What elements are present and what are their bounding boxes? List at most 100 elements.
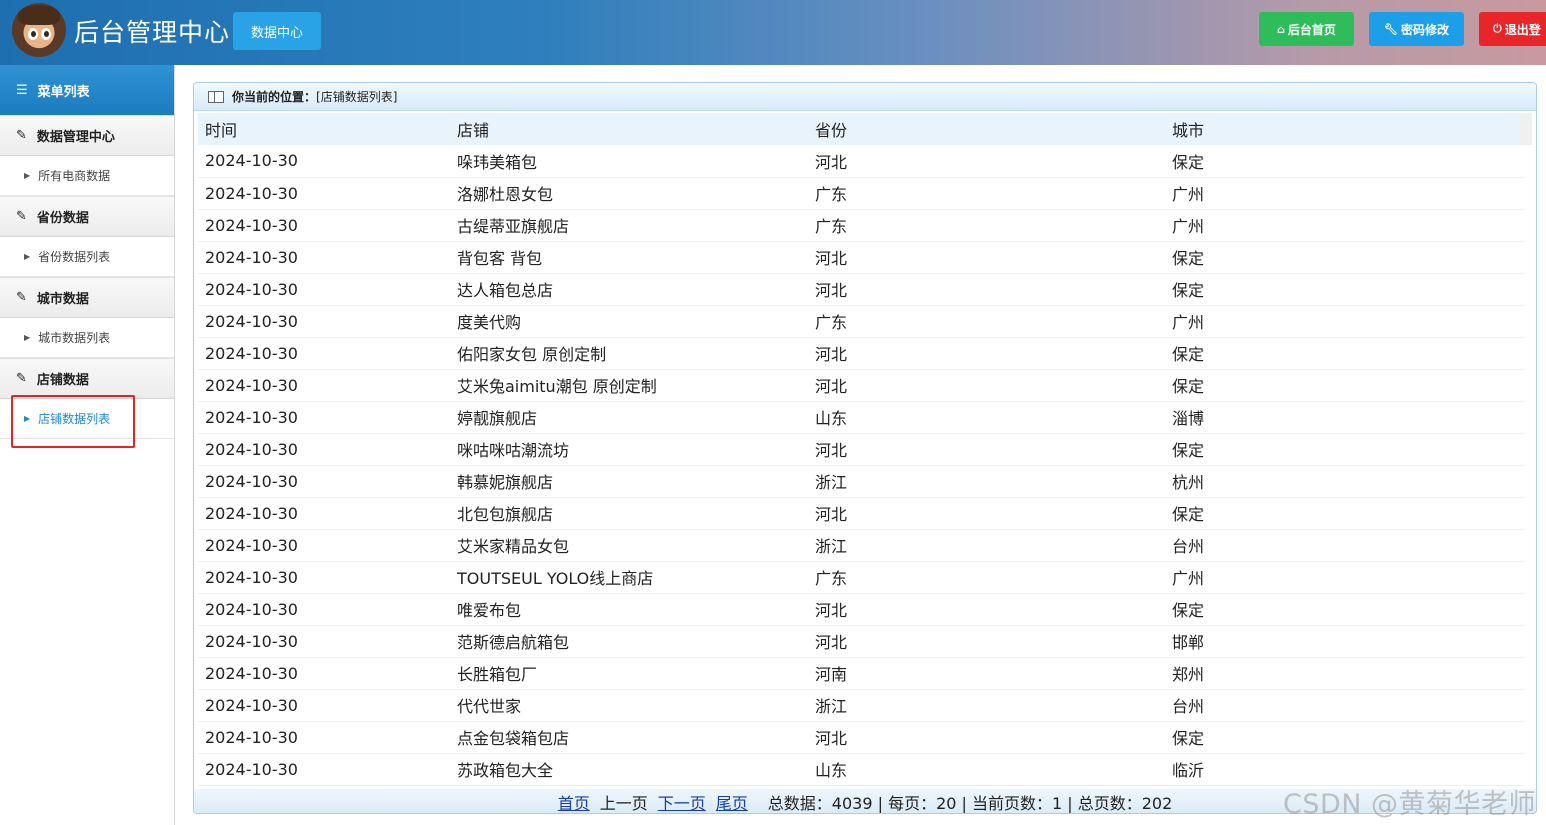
table-row: 2024-10-30 哚玮美箱包 河北 保定 <box>198 145 1524 178</box>
scrollbar[interactable] <box>1520 113 1532 145</box>
table-row: 2024-10-30 咪咕咪咕潮流坊 河北 保定 <box>198 433 1524 466</box>
breadcrumb-label: 你当前的位置： <box>232 90 317 104</box>
prev-page-link[interactable]: 上一页 <box>600 790 648 813</box>
column-header-province: 省份 <box>808 113 1165 145</box>
cell-city: 保定 <box>1165 337 1524 370</box>
cell-time: 2024-10-30 <box>198 273 450 306</box>
pagination-stats: 总数据：4039 | 每页：20 | 当前页数：1 | 总页数：202 <box>767 794 1173 813</box>
cell-shop: 哚玮美箱包 <box>450 145 808 178</box>
cell-province: 广东 <box>808 561 1165 594</box>
menu-list-header: ☰ 菜单列表 <box>0 65 174 115</box>
change-password-label: 密码修改 <box>1400 22 1449 37</box>
avatar <box>12 3 66 57</box>
cell-city: 广州 <box>1165 305 1524 338</box>
sidebar-item-city-list[interactable]: ▶ 城市数据列表 <box>0 318 174 358</box>
cell-shop: 度美代购 <box>450 305 808 338</box>
cell-shop: 达人箱包总店 <box>450 273 808 306</box>
edit-icon: ✎ <box>16 290 27 305</box>
next-page-link[interactable]: 下一页 <box>658 790 706 813</box>
logout-button[interactable]: ⏻ 退出登 <box>1479 12 1546 46</box>
cell-time: 2024-10-30 <box>198 177 450 210</box>
cell-city: 台州 <box>1165 529 1524 562</box>
table-row: 2024-10-30 韩慕妮旗舰店 浙江 杭州 <box>198 465 1524 498</box>
sidebar-group-label: 城市数据 <box>36 292 89 307</box>
cell-province: 河北 <box>808 497 1165 530</box>
first-page-link[interactable]: 首页 <box>558 790 590 813</box>
table-row: 2024-10-30 苏政箱包大全 山东 临沂 <box>198 753 1524 786</box>
cell-city: 保定 <box>1165 593 1524 626</box>
table-row: 2024-10-30 点金包袋箱包店 河北 保定 <box>198 721 1524 754</box>
sidebar-group-data-management[interactable]: ✎ 数据管理中心 <box>0 115 174 156</box>
cell-shop: 背包客 背包 <box>450 241 808 274</box>
cell-shop: 韩慕妮旗舰店 <box>450 465 808 498</box>
cell-time: 2024-10-30 <box>198 657 450 690</box>
cell-province: 河北 <box>808 337 1165 370</box>
cell-shop: 唯爱布包 <box>450 593 808 626</box>
cell-time: 2024-10-30 <box>198 529 450 562</box>
breadcrumb-value: [店铺数据列表] <box>316 90 398 104</box>
cell-city: 保定 <box>1165 145 1524 178</box>
table-row: 2024-10-30 艾米家精品女包 浙江 台州 <box>198 529 1524 562</box>
sidebar-group-shop[interactable]: ✎ 店铺数据 <box>0 358 174 399</box>
menu-list-title: 菜单列表 <box>37 84 90 100</box>
caret-right-icon: ▶ <box>24 252 31 261</box>
cell-shop: 艾米兔aimitu潮包 原创定制 <box>450 369 808 402</box>
sidebar-item-province-list[interactable]: ▶ 省份数据列表 <box>0 237 174 277</box>
cell-shop: 点金包袋箱包店 <box>450 721 808 754</box>
cell-time: 2024-10-30 <box>198 145 450 178</box>
cell-province: 河北 <box>808 241 1165 274</box>
admin-home-button[interactable]: ⌂ 后台首页 <box>1259 12 1354 46</box>
cell-time: 2024-10-30 <box>198 401 450 434</box>
sidebar-group-label: 店铺数据 <box>36 373 89 388</box>
cell-city: 保定 <box>1165 369 1524 402</box>
cell-shop: 范斯德启航箱包 <box>450 625 808 658</box>
cell-province: 河北 <box>808 145 1165 178</box>
sidebar-item-label: 所有电商数据 <box>38 169 111 183</box>
cell-province: 山东 <box>808 753 1165 786</box>
table-row: 2024-10-30 度美代购 广东 广州 <box>198 305 1524 338</box>
cell-city: 邯郸 <box>1165 625 1524 658</box>
power-icon: ⏻ <box>1493 22 1502 35</box>
cell-city: 广州 <box>1165 209 1524 242</box>
cell-province: 河北 <box>808 721 1165 754</box>
cell-time: 2024-10-30 <box>198 721 450 754</box>
cell-shop: 咪咕咪咕潮流坊 <box>450 433 808 466</box>
cell-shop: 代代世家 <box>450 689 808 722</box>
sidebar-item-all-ecommerce[interactable]: ▶ 所有电商数据 <box>0 156 174 196</box>
cell-city: 广州 <box>1165 561 1524 594</box>
cell-city: 保定 <box>1165 273 1524 306</box>
column-header-city: 城市 <box>1165 113 1524 145</box>
sidebar-group-city[interactable]: ✎ 城市数据 <box>0 277 174 318</box>
change-password-button[interactable]: 🔧︎ 密码修改 <box>1369 12 1464 46</box>
cell-city: 广州 <box>1165 177 1524 210</box>
cell-city: 台州 <box>1165 689 1524 722</box>
table-row: 2024-10-30 背包客 背包 河北 保定 <box>198 241 1524 274</box>
cell-shop: 北包包旗舰店 <box>450 497 808 530</box>
sidebar-group-label: 数据管理中心 <box>36 130 115 145</box>
table-row: 2024-10-30 佑阳家女包 原创定制 河北 保定 <box>198 337 1524 370</box>
column-header-time: 时间 <box>198 113 450 145</box>
cell-province: 浙江 <box>808 689 1165 722</box>
table-row: 2024-10-30 TOUTSEUL YOLO线上商店 广东 广州 <box>198 561 1524 594</box>
cell-shop: 古缇蒂亚旗舰店 <box>450 209 808 242</box>
cell-province: 河北 <box>808 593 1165 626</box>
cell-city: 保定 <box>1165 721 1524 754</box>
breadcrumb: 你当前的位置：[店铺数据列表] <box>194 83 1536 111</box>
table-row: 2024-10-30 代代世家 浙江 台州 <box>198 689 1524 722</box>
cell-shop: 婷靓旗舰店 <box>450 401 808 434</box>
edit-icon: ✎ <box>16 128 27 143</box>
cell-province: 河北 <box>808 369 1165 402</box>
cell-shop: 艾米家精品女包 <box>450 529 808 562</box>
cell-time: 2024-10-30 <box>198 369 450 402</box>
cell-time: 2024-10-30 <box>198 497 450 530</box>
cell-city: 郑州 <box>1165 657 1524 690</box>
sidebar-group-province[interactable]: ✎ 省份数据 <box>0 196 174 237</box>
cell-shop: 长胜箱包厂 <box>450 657 808 690</box>
table-row: 2024-10-30 范斯德启航箱包 河北 邯郸 <box>198 625 1524 658</box>
cell-province: 广东 <box>808 305 1165 338</box>
logout-label: 退出登 <box>1504 22 1541 37</box>
last-page-link[interactable]: 尾页 <box>716 790 748 813</box>
panel-icon <box>208 90 224 103</box>
table-row: 2024-10-30 艾米兔aimitu潮包 原创定制 河北 保定 <box>198 369 1524 402</box>
data-center-button[interactable]: 数据中心 <box>233 12 321 50</box>
